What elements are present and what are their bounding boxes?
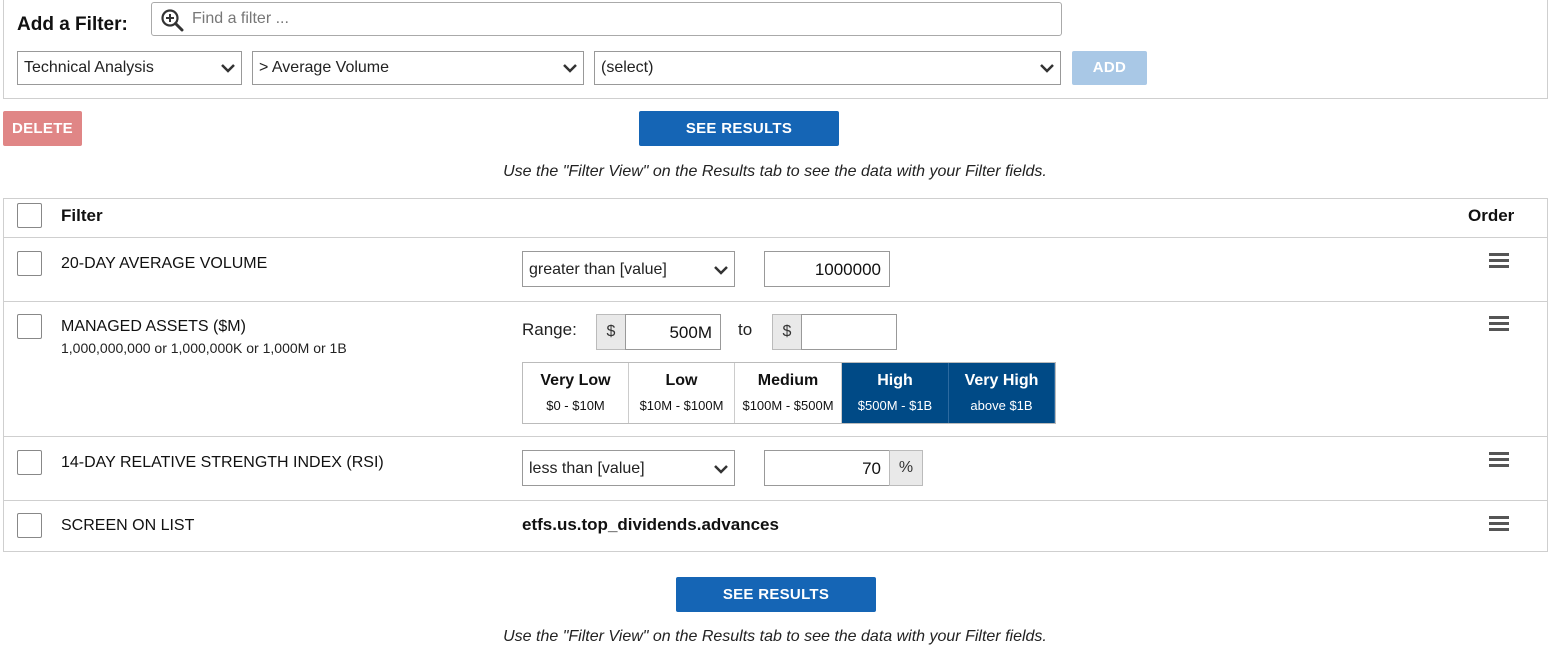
- range-title: Very Low: [540, 372, 611, 389]
- row-divider: [4, 436, 1547, 437]
- drag-handle-icon[interactable]: [1489, 516, 1509, 532]
- add-button[interactable]: ADD: [1072, 51, 1147, 85]
- range-medium-button[interactable]: Medium $100M - $500M: [735, 363, 842, 423]
- range-very-low-button[interactable]: Very Low $0 - $10M: [523, 363, 629, 423]
- row-checkbox[interactable]: [17, 314, 42, 339]
- range-title: Low: [665, 372, 698, 389]
- range-to-input[interactable]: [801, 314, 897, 350]
- select-all-checkbox[interactable]: [17, 203, 42, 228]
- range-title: Very High: [964, 372, 1039, 389]
- filter-view-hint-top: Use the "Filter View" on the Results tab…: [503, 163, 1047, 180]
- currency-addon-to: $: [772, 314, 802, 350]
- drag-handle-icon[interactable]: [1489, 253, 1509, 269]
- range-very-high-button[interactable]: Very High above $1B: [949, 363, 1055, 423]
- range-title: Medium: [757, 372, 819, 389]
- find-filter-field[interactable]: [151, 2, 1062, 36]
- field-select-value: > Average Volume: [259, 59, 390, 76]
- see-results-button-bottom[interactable]: SEE RESULTS: [676, 577, 876, 612]
- row-checkbox[interactable]: [17, 251, 42, 276]
- row-divider: [4, 500, 1547, 501]
- filter-name-rsi: 14-DAY RELATIVE STRENGTH INDEX (RSI): [61, 454, 384, 471]
- delete-button[interactable]: DELETE: [3, 111, 82, 146]
- percent-addon: %: [889, 450, 923, 486]
- range-subtitle: $100M - $500M: [742, 398, 834, 413]
- range-subtitle: $10M - $100M: [639, 398, 724, 413]
- screen-list-name: etfs.us.top_dividends.advances: [522, 515, 779, 534]
- row-checkbox[interactable]: [17, 450, 42, 475]
- range-label: Range:: [522, 320, 577, 339]
- filter-name-screen-on-list: SCREEN ON LIST: [61, 517, 195, 534]
- category-select-value: Technical Analysis: [24, 59, 154, 76]
- filter-view-hint-bottom: Use the "Filter View" on the Results tab…: [503, 628, 1047, 645]
- zoom-search-icon: [161, 9, 184, 32]
- chevron-down-icon: [563, 64, 577, 73]
- filter-column-header: Filter: [61, 206, 103, 225]
- row-checkbox[interactable]: [17, 513, 42, 538]
- range-to-label: to: [738, 320, 753, 339]
- filter-name-managed-assets: MANAGED ASSETS ($M): [61, 318, 246, 335]
- chevron-down-icon: [1040, 64, 1054, 73]
- range-title: High: [877, 372, 913, 389]
- range-low-button[interactable]: Low $10M - $100M: [629, 363, 735, 423]
- currency-addon-from: $: [596, 314, 626, 350]
- chevron-down-icon: [221, 64, 235, 73]
- range-subtitle: above $1B: [970, 398, 1033, 413]
- find-filter-input[interactable]: [190, 4, 1050, 34]
- row-divider: [4, 301, 1547, 302]
- managed-assets-format-hint: 1,000,000,000 or 1,000,000K or 1,000M or…: [61, 340, 347, 356]
- avg-volume-value-input[interactable]: 1000000: [764, 251, 890, 287]
- option-select-value: (select): [601, 59, 654, 76]
- range-high-button[interactable]: High $500M - $1B: [842, 363, 949, 423]
- category-select[interactable]: Technical Analysis: [17, 51, 242, 85]
- order-column-header: Order: [1468, 206, 1515, 225]
- drag-handle-icon[interactable]: [1489, 452, 1509, 468]
- rsi-value-input[interactable]: 70: [764, 450, 890, 486]
- field-select[interactable]: > Average Volume: [252, 51, 584, 85]
- drag-handle-icon[interactable]: [1489, 316, 1509, 332]
- asset-range-buttons: Very Low $0 - $10M Low $10M - $100M Medi…: [522, 362, 1056, 424]
- rsi-operator-value: less than [value]: [529, 460, 645, 477]
- option-select[interactable]: (select): [594, 51, 1061, 85]
- avg-volume-operator-value: greater than [value]: [529, 261, 667, 278]
- chevron-down-icon: [714, 465, 728, 474]
- avg-volume-operator-select[interactable]: greater than [value]: [522, 251, 735, 287]
- range-subtitle: $500M - $1B: [857, 398, 933, 413]
- chevron-down-icon: [714, 266, 728, 275]
- rsi-operator-select[interactable]: less than [value]: [522, 450, 735, 486]
- see-results-button-top[interactable]: SEE RESULTS: [639, 111, 839, 146]
- filter-name-avg-volume: 20-DAY AVERAGE VOLUME: [61, 255, 268, 272]
- add-filter-label: Add a Filter:: [17, 14, 128, 35]
- row-divider: [4, 237, 1547, 238]
- range-subtitle: $0 - $10M: [546, 398, 605, 413]
- range-from-input[interactable]: 500M: [625, 314, 721, 350]
